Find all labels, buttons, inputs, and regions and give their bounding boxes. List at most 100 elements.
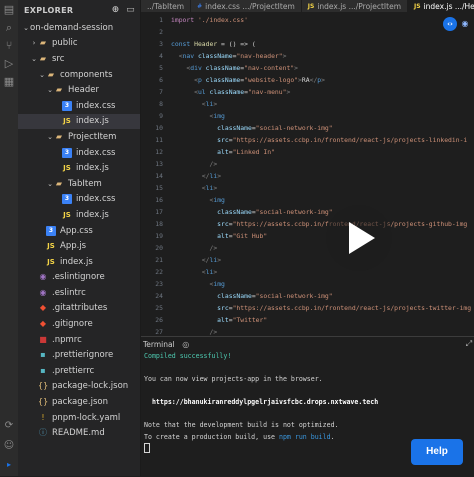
tree-item[interactable]: 3 index.css (18, 145, 140, 161)
line-number: 6 (159, 76, 163, 84)
code-line: 26 alt="Twitter" (141, 314, 474, 326)
css-file-icon: 3 (62, 100, 72, 111)
tree-item-label: ProjectItem (68, 131, 117, 142)
code-token: "nav-content" (244, 64, 295, 72)
md-file-icon: ⓘ (39, 428, 47, 438)
code-token: > (213, 268, 218, 276)
json-file-icon: {} (38, 397, 49, 407)
tree-item[interactable]: ⌄ ▰ src (18, 51, 140, 67)
code-view[interactable]: 1 import './index.css' 2 3 const Header = ()… (141, 14, 474, 336)
tree-item[interactable]: 3 index.css (18, 192, 140, 208)
tree-item[interactable]: JS App.js (18, 238, 140, 254)
line-number: 4 (159, 52, 163, 60)
code-token: className (205, 76, 241, 84)
tree-item-label: .npmrc (52, 334, 82, 345)
account-icon[interactable]: ☺ (3, 440, 15, 451)
tree-item[interactable]: JS index.js (18, 254, 140, 270)
code-token: /> (209, 328, 218, 336)
editor-tabs: ../TabItem # index.css .../ProjectItem JS in… (141, 0, 474, 12)
tree-item[interactable]: ⌄ ▰ ProjectItem (18, 129, 140, 145)
code-line: 7 <ul className="nav-menu"> (141, 86, 474, 98)
source-control-icon[interactable]: ⑂ (3, 40, 15, 52)
line-number: 19 (155, 232, 163, 240)
code-text: <li> (171, 266, 217, 278)
maximize-icon[interactable]: ⤢ (464, 339, 474, 349)
search-icon[interactable]: ⌕ (3, 22, 15, 34)
tree-item[interactable]: ◆ .gitattributes (18, 301, 140, 317)
sync-icon[interactable]: ⟳ (3, 420, 15, 431)
new-file-icon[interactable]: ⊕ (110, 5, 121, 16)
tree-item[interactable]: ⌄ ▰ components (18, 67, 140, 83)
chevron-icon: ⌄ (23, 23, 29, 32)
tree-item[interactable]: 3 App.css (18, 223, 140, 239)
code-line: 6 <p className="website-logo">RA</p> (141, 74, 474, 86)
tree-item-label: TabItem (68, 178, 102, 189)
line-number: 24 (155, 292, 163, 300)
code-line: 19 alt="Git Hub" (141, 230, 474, 242)
tree-item[interactable]: ◉ .eslintignore (18, 270, 140, 286)
terminal-line: Compiled successfully! (141, 351, 474, 363)
tree-item[interactable]: ⌄ ▰ TabItem (18, 176, 140, 192)
run-debug-icon[interactable]: ▷ (3, 58, 15, 70)
editor-tab[interactable]: JS index.js .../ProjectItem (302, 0, 409, 12)
tree-item[interactable]: 3 index.css (18, 98, 140, 114)
tree-item[interactable]: JS index.js (18, 207, 140, 223)
code-line: 25 src="https://assets.ccbp.in/frontend/… (141, 302, 474, 314)
collapse-icon[interactable]: ▭ (125, 5, 136, 16)
tree-item-label: components (60, 69, 113, 80)
help-button[interactable]: Help (411, 439, 463, 465)
chevron-icon: ⌄ (47, 86, 53, 95)
video-play-button[interactable] (326, 205, 392, 271)
tree-item[interactable]: ◆ .gitignore (18, 316, 140, 332)
extensions-icon[interactable]: ▦ (3, 76, 15, 88)
tree-item[interactable]: {} package.json (18, 394, 140, 410)
editor-tab[interactable]: JSindex.js .../Header (408, 0, 474, 12)
terminal-tab[interactable]: Terminal (143, 340, 175, 349)
chevron-icon: ⌄ (47, 132, 53, 141)
folder-file-icon: ▰ (39, 38, 47, 48)
tree-item[interactable]: {} package-lock.json (18, 379, 140, 395)
code-toggle-icon[interactable]: ‹› (443, 17, 457, 31)
tree-item[interactable]: ! pnpm-lock.yaml (18, 410, 140, 426)
tree-item[interactable]: ◉ .eslintrc (18, 285, 140, 301)
remote-icon[interactable]: ▸ (3, 460, 15, 469)
tree-item[interactable]: ▪ .prettierignore (18, 347, 140, 363)
tree-item-label: pnpm-lock.yaml (52, 412, 121, 423)
terminal-line: Note that the development build is not o… (141, 420, 474, 432)
code-text: /> (171, 158, 217, 170)
editor-tab[interactable]: ../TabItem (141, 0, 192, 12)
terminal-menu-icon[interactable]: ◎ (181, 340, 191, 349)
tree-item[interactable]: ⓘ README.md (18, 425, 140, 441)
code-line: 20 /> (141, 242, 474, 254)
tree-item[interactable]: ⌄ ▰ Header (18, 82, 140, 98)
tree-item[interactable]: ▪ .prettierrc (18, 363, 140, 379)
eye-icon[interactable]: ◉ (460, 19, 470, 29)
code-token: /> (209, 160, 218, 168)
line-number: 27 (155, 328, 163, 336)
code-token: img (213, 196, 225, 204)
tree-item[interactable]: JS index.js (18, 160, 140, 176)
tree-item[interactable]: ■ .npmrc (18, 332, 140, 348)
line-number: 26 (155, 316, 163, 324)
files-icon[interactable]: ▤ (3, 4, 15, 16)
tree-item-label: index.js (76, 209, 109, 220)
dot-file-icon: ◉ (39, 272, 47, 282)
tree-item-label: package.json (52, 397, 108, 408)
activity-bar: ▤ ⌕ ⑂ ▷ ▦ ⟳ ☺ ▸ (0, 0, 18, 476)
explorer-title: EXPLORER (24, 5, 74, 15)
code-token: className (205, 64, 241, 72)
editor-tab[interactable]: # index.css .../ProjectItem (191, 0, 302, 12)
tree-item-label: index.js (76, 163, 109, 174)
tree-item[interactable]: › ▰ public (18, 36, 140, 52)
code-token: "social-network-img" (255, 292, 333, 300)
line-number: 18 (155, 220, 163, 228)
tree-item[interactable]: JS index.js (18, 113, 140, 130)
tree-item[interactable]: ⌄ on-demand-session (18, 20, 140, 36)
